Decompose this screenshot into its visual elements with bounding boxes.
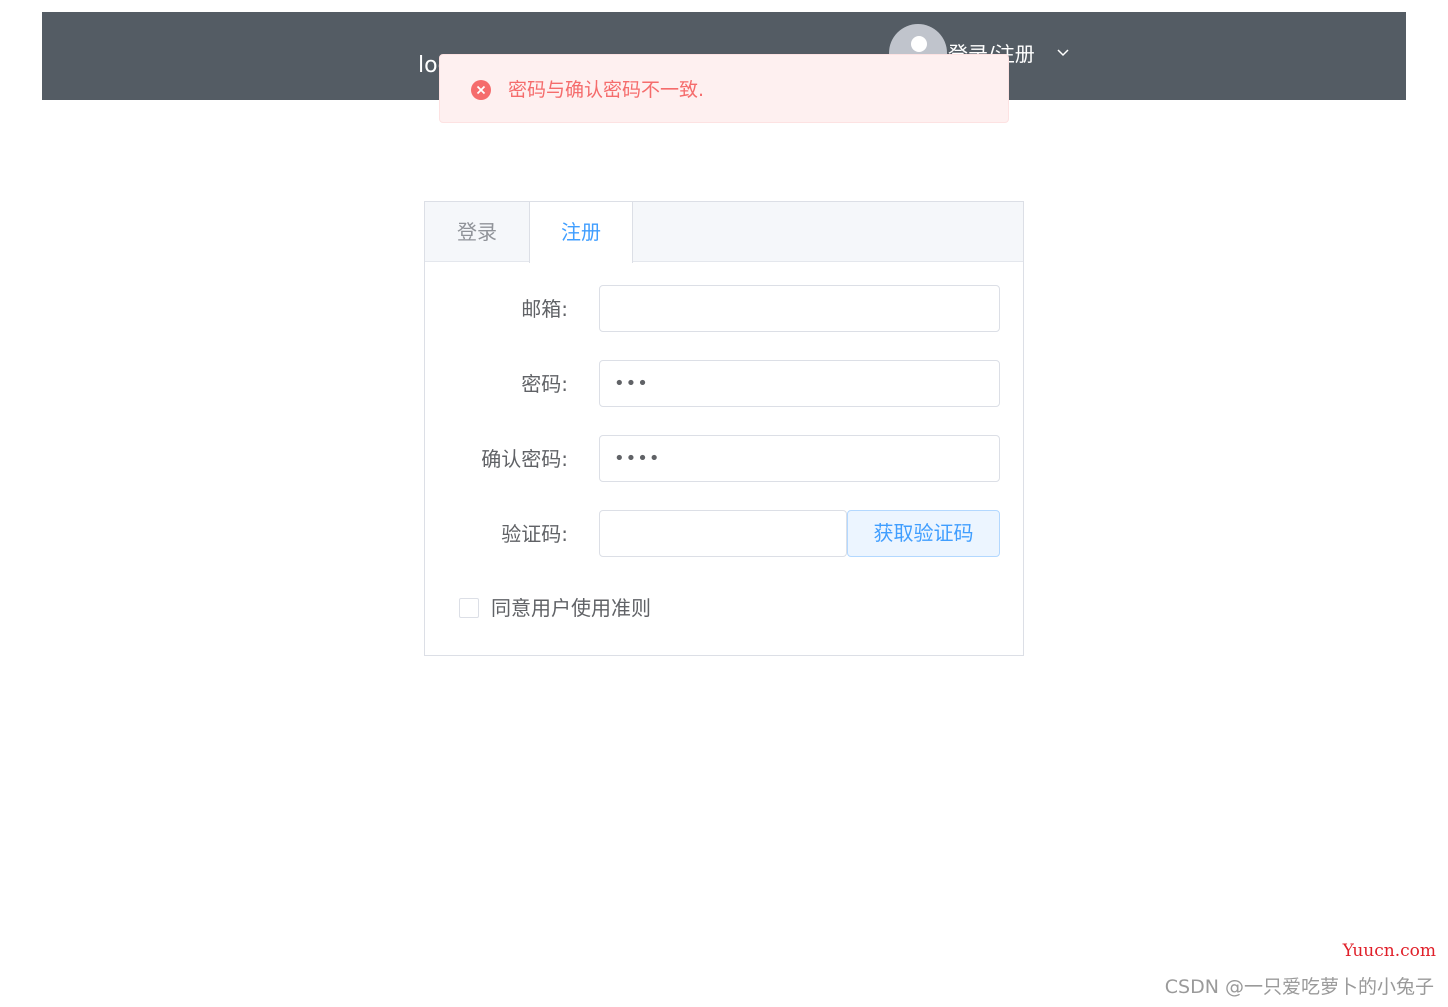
page: logo 首页 题库 题解 分享 登录/注册 密码与确认密码不一致. 登录 注册… [0,0,1448,1007]
password-label: 密码: [521,372,568,396]
circle-close-icon [471,80,491,100]
site-watermark: Yuucn.com [1342,941,1436,961]
auth-card: 登录 注册 邮箱: 密码: ••• 确认密码: •••• 验证码: 获取验证码 … [424,201,1024,656]
verification-code-field[interactable] [599,510,847,557]
confirm-password-label: 确认密码: [481,447,568,471]
author-watermark: CSDN @一只爱吃萝卜的小兔子 [1164,976,1434,998]
agreement-label[interactable]: 同意用户使用准则 [491,595,651,621]
confirm-password-field[interactable]: •••• [599,435,1000,482]
tab-header: 登录 注册 [425,202,1023,263]
chevron-down-icon[interactable] [1056,46,1070,60]
tab-login[interactable]: 登录 [425,202,529,262]
agreement-checkbox[interactable] [459,598,479,618]
password-field[interactable]: ••• [599,360,1000,407]
error-message-toast: 密码与确认密码不一致. [439,54,1009,123]
email-label: 邮箱: [521,297,568,321]
error-message-text: 密码与确认密码不一致. [508,79,705,101]
get-code-button[interactable]: 获取验证码 [847,510,1000,557]
tab-register[interactable]: 注册 [529,202,633,263]
email-field[interactable] [599,285,1000,332]
verification-code-label: 验证码: [501,522,568,546]
